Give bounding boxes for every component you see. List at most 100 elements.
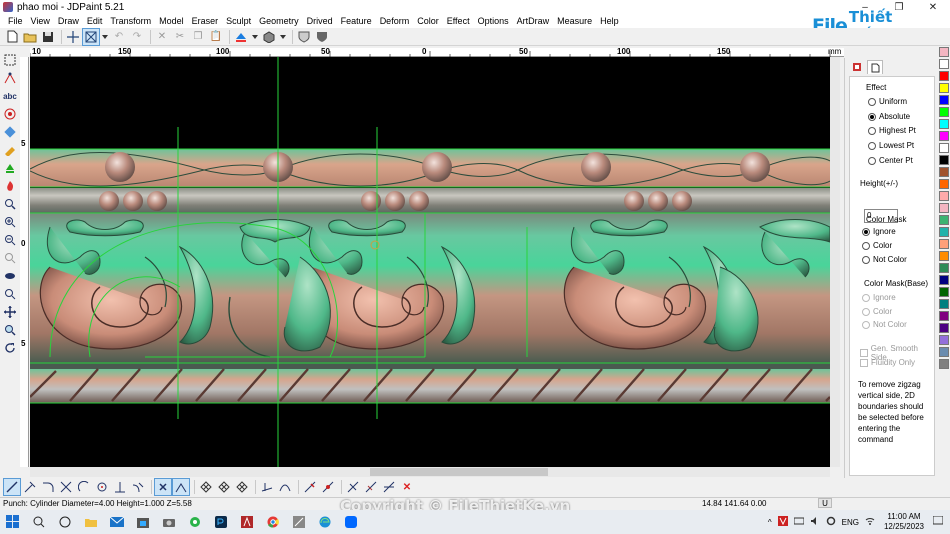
palette-swatch[interactable] [939,335,949,345]
select-box-icon[interactable] [82,27,100,46]
photoshop-icon[interactable] [210,512,232,532]
wifi-icon[interactable] [865,516,875,528]
menu-feature[interactable]: Feature [337,14,376,28]
palette-swatch[interactable] [939,275,949,285]
line-tool-icon[interactable] [3,478,21,496]
palette-swatch[interactable] [939,287,949,297]
menu-edit[interactable]: Edit [83,14,107,28]
autocad-icon[interactable] [236,512,258,532]
palette-swatch[interactable] [939,143,949,153]
perpendicular-icon[interactable] [112,479,128,495]
drawing-canvas[interactable] [30,57,830,467]
node-join-icon[interactable] [320,479,336,495]
palette-swatch[interactable] [939,311,949,321]
dropdown-arrow-icon[interactable] [101,29,109,45]
file-explorer-icon[interactable] [80,512,102,532]
palette-swatch[interactable] [939,167,949,177]
palette-swatch[interactable] [939,131,949,141]
arc-tool-icon[interactable] [76,479,92,495]
menu-sculpt[interactable]: Sculpt [222,14,255,28]
trim-icon[interactable] [58,479,74,495]
chevron-up-icon[interactable]: ^ [768,518,772,527]
menu-options[interactable]: Options [474,14,513,28]
redo-icon[interactable]: ↷ [129,29,145,45]
color-mask-base-not-color-radio[interactable]: Not Color [862,320,907,329]
palette-swatch[interactable] [939,239,949,249]
fillet-icon[interactable] [40,479,56,495]
effect-lowest-pt-radio[interactable]: Lowest Pt [868,141,914,150]
palette-swatch[interactable] [939,359,949,369]
color-mask-ignore-radio[interactable]: Ignore [862,227,896,236]
effect-uniform-radio[interactable]: Uniform [868,97,907,106]
palette-swatch[interactable] [939,95,949,105]
language-indicator[interactable]: ENG [842,518,859,527]
magnify-icon[interactable] [2,322,18,338]
text-tool-icon[interactable]: abc [2,88,18,104]
mail-icon[interactable] [106,512,128,532]
horizontal-scrollbar[interactable] [30,467,830,477]
color-mask-base-color-radio[interactable]: Color [862,307,892,316]
copy-icon[interactable]: ❐ [190,29,206,45]
palette-swatch[interactable] [939,179,949,189]
color-fill-icon[interactable] [233,29,249,45]
menu-artdraw[interactable]: ArtDraw [513,14,554,28]
menu-color[interactable]: Color [413,14,443,28]
undo-icon[interactable]: ↶ [111,29,127,45]
notification-icon[interactable] [932,515,944,528]
refresh-icon[interactable] [2,340,18,356]
dropdown-arrow-icon[interactable] [251,29,259,45]
palette-swatch[interactable] [939,323,949,333]
antivirus-icon[interactable] [777,516,788,528]
delete-node-icon[interactable]: ✕ [399,479,415,495]
menu-file[interactable]: File [4,14,27,28]
menu-geometry[interactable]: Geometry [255,14,303,28]
menu-help[interactable]: Help [596,14,623,28]
zoom-window-icon[interactable] [2,196,18,212]
cut-icon[interactable]: ✂ [172,29,188,45]
shape-tool-icon[interactable] [2,124,18,140]
node-break-icon[interactable] [302,479,318,495]
measure-icon[interactable] [259,479,275,495]
effect-highest-pt-radio[interactable]: Highest Pt [868,126,916,135]
menu-transform[interactable]: Transform [106,14,155,28]
smooth-node-icon[interactable] [363,479,379,495]
dropdown-arrow-icon[interactable] [279,29,287,45]
network-icon[interactable] [793,516,805,528]
volume-icon[interactable] [810,516,820,528]
task-view-icon[interactable] [54,512,76,532]
sculpt-tool-icon[interactable] [2,142,18,158]
chrome-icon[interactable] [262,512,284,532]
color-mask-base-ignore-radio[interactable]: Ignore [862,293,896,302]
menu-deform[interactable]: Deform [376,14,414,28]
palette-swatch[interactable] [939,83,949,93]
open-folder-icon[interactable] [22,29,38,45]
palette-swatch[interactable] [939,263,949,273]
shield-filled-icon[interactable] [314,29,330,45]
windows-start-icon[interactable] [2,512,24,532]
circle-node-icon[interactable] [94,479,110,495]
color-mask-not-color-radio[interactable]: Not Color [862,255,907,264]
view-fit-icon[interactable] [2,268,18,284]
fill-tool-icon[interactable] [2,160,18,176]
palette-swatch[interactable] [939,203,949,213]
settings-icon[interactable] [826,516,836,528]
tangent-icon[interactable] [130,479,146,495]
tab-properties-icon[interactable] [867,60,883,74]
palette-swatch[interactable] [939,119,949,129]
curve-edit-icon[interactable] [277,479,293,495]
effect-absolute-radio[interactable]: Absolute [868,112,910,121]
zoom-out-icon[interactable] [2,232,18,248]
zoom-all-icon[interactable] [2,286,18,302]
snap-node-icon[interactable] [172,478,190,496]
menu-draw[interactable]: Draw [54,14,83,28]
crosshair-icon[interactable] [65,29,81,45]
diamond-grid-second-icon[interactable] [234,479,250,495]
zoom-previous-icon[interactable] [2,250,18,266]
palette-swatch[interactable] [939,347,949,357]
menu-eraser[interactable]: Eraser [188,14,223,28]
diamond-grid-icon[interactable] [198,479,214,495]
zalo-icon[interactable] [340,512,362,532]
scrollbar-thumb[interactable] [370,468,548,476]
palette-swatch[interactable] [939,299,949,309]
color-mask-color-radio[interactable]: Color [862,241,892,250]
